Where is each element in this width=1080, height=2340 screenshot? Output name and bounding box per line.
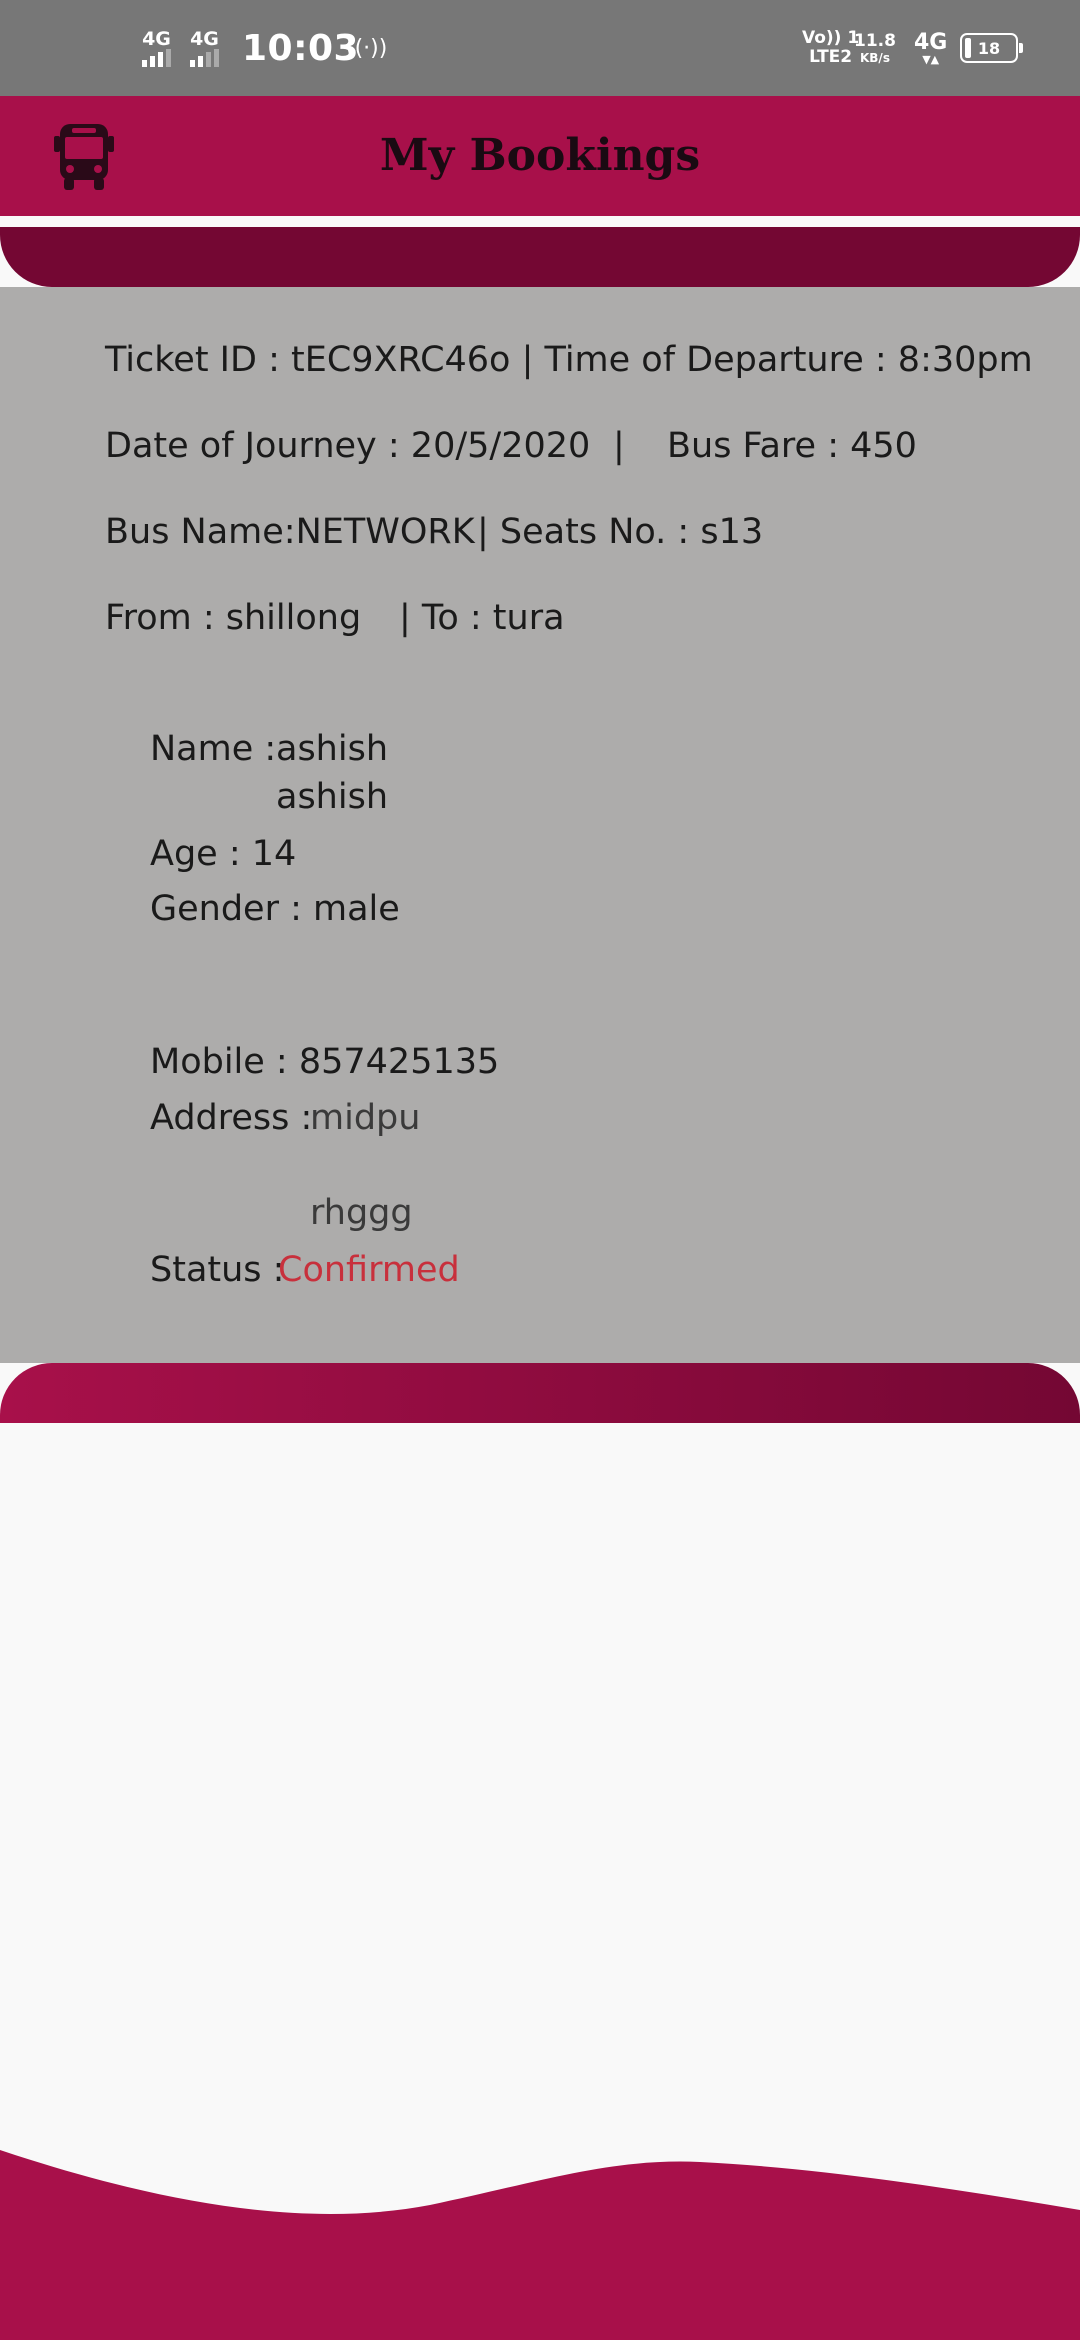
volte-top-label: Vo)) 1 — [802, 28, 860, 48]
sim1-network-label: 4G — [142, 28, 171, 50]
network-speed: 11.8 KB/s — [854, 0, 896, 96]
to-location: | To : tura — [399, 598, 565, 638]
seats-number: | Seats No. : s13 — [477, 512, 764, 552]
name-value-line1: ashish — [276, 729, 389, 769]
date-of-journey: Date of Journey : 20/5/2020 — [105, 426, 591, 466]
age: Age : 14 — [150, 834, 297, 874]
speed-unit: KB/s — [859, 50, 890, 65]
app-bar: My Bookings — [0, 96, 1080, 216]
hotspot-icon: ((·)) — [346, 35, 388, 61]
name-value-line2: ashish — [276, 777, 389, 817]
gender: Gender : male — [150, 889, 400, 929]
status-label: Status : — [150, 1250, 285, 1290]
clock: 10:03 — [242, 27, 360, 69]
separator: | — [613, 426, 625, 466]
bus-fare: Bus Fare : 450 — [667, 426, 917, 466]
mobile: Mobile : 857425135 — [150, 1042, 500, 1082]
battery-icon: 18 — [960, 0, 1023, 96]
mobile-data-icon: 4G ▼▲ — [914, 29, 948, 66]
from-location: From : shillong — [105, 598, 362, 638]
ticket-id-departure: Ticket ID : tEC9XRC46o | Time of Departu… — [105, 340, 1033, 380]
status-badge: Confirmed — [278, 1250, 460, 1290]
address-value-line2: rhggg — [310, 1193, 413, 1233]
address-value-line1: midpu — [310, 1098, 421, 1138]
name-label: Name : — [150, 729, 277, 769]
volte-bottom-label: LTE2 — [809, 47, 853, 67]
sim2-network-label: 4G — [190, 28, 219, 50]
address-label: Address : — [150, 1098, 313, 1138]
volte-indicator: Vo)) 1 LTE2 — [802, 0, 859, 96]
sim1-signal-icon: 4G — [142, 0, 171, 96]
card-footer-band — [0, 1363, 1080, 1423]
booking-card[interactable]: Ticket ID : tEC9XRC46o | Time of Departu… — [0, 287, 1080, 1363]
page-title: My Bookings — [379, 130, 701, 181]
mobile-data-label: 4G — [914, 29, 948, 55]
speed-value: 11.8 — [854, 30, 896, 51]
bottom-wave-decoration — [0, 2150, 1080, 2340]
bus-name: Bus Name:NETWORK — [105, 512, 475, 552]
card-header-band — [0, 227, 1080, 287]
battery-level: 18 — [977, 38, 1001, 58]
sim2-signal-icon: 4G — [190, 0, 219, 96]
status-bar: 4G 4G 10:03 ((·)) Vo)) 1 LTE2 11.8 KB/s … — [0, 0, 1080, 96]
